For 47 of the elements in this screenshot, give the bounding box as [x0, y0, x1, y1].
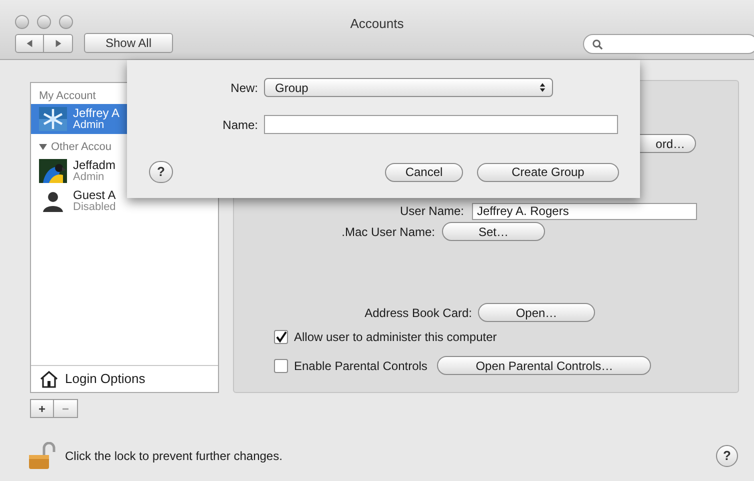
account-role: Admin	[73, 119, 104, 131]
person-icon	[41, 189, 65, 213]
up-down-arrows-icon	[539, 82, 546, 93]
account-name: Jeffrey A	[73, 107, 120, 119]
window-control-button[interactable]	[15, 15, 29, 29]
checkbox-label: Allow user to administer this computer	[294, 329, 497, 346]
lock-icon[interactable]	[28, 442, 56, 470]
set-button[interactable]: Set…	[442, 222, 545, 241]
back-icon	[25, 39, 34, 48]
show-all-button[interactable]: Show All	[84, 33, 173, 53]
login-options-item[interactable]: Login Options	[31, 365, 218, 392]
cancel-button[interactable]: Cancel	[385, 162, 463, 182]
forward-button[interactable]	[44, 34, 73, 53]
account-role: Disabled	[73, 201, 116, 213]
field-label: Address Book Card:	[364, 304, 472, 322]
search-field[interactable]	[583, 34, 754, 54]
section-header: Other Accou	[51, 140, 112, 155]
open-button[interactable]: Open…	[478, 303, 595, 322]
forward-icon	[54, 39, 62, 48]
back-button[interactable]	[15, 34, 44, 53]
checkbox[interactable]	[274, 358, 288, 372]
create-group-button[interactable]: Create Group	[477, 162, 619, 182]
field-label: Name:	[222, 116, 258, 134]
lock-message: Click the lock to prevent further changes.	[65, 448, 282, 465]
checkbox[interactable]	[274, 330, 288, 344]
account-name: Jeffadm	[73, 159, 116, 171]
search-icon	[592, 38, 603, 50]
house-icon	[39, 370, 59, 388]
add-button[interactable]: +	[30, 399, 54, 418]
window-control-button[interactable]	[59, 15, 73, 29]
field-label: User Name:	[398, 203, 464, 220]
disclosure-triangle-icon[interactable]	[39, 143, 47, 151]
type-popup[interactable]: Group	[264, 78, 553, 97]
open-parental-controls-button[interactable]: Open Parental Controls…	[437, 356, 652, 375]
section-header: My Account	[38, 89, 97, 104]
window-control-button[interactable]	[37, 15, 51, 29]
field-label: New:	[230, 80, 258, 96]
name-field[interactable]	[264, 115, 618, 134]
user-name-field[interactable]: Jeffrey A. Rogers	[472, 202, 697, 220]
help-button[interactable]: ?	[149, 161, 173, 183]
account-role: Admin	[73, 171, 106, 183]
checkmark-icon	[275, 331, 287, 343]
checkbox-label: Enable Parental Controls	[294, 358, 428, 374]
account-name: Guest A	[73, 189, 116, 201]
field-label: .Mac User Name:	[340, 224, 435, 240]
help-button[interactable]: ?	[716, 445, 738, 467]
window-title: Accounts	[350, 15, 404, 33]
